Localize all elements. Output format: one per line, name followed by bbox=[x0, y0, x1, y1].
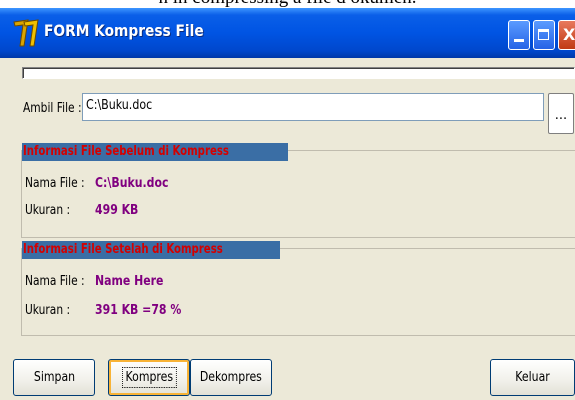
exit-button[interactable]: Keluar bbox=[490, 359, 575, 396]
decompress-button[interactable]: Dekompres bbox=[190, 359, 272, 396]
after-size-label: Ukuran : bbox=[25, 303, 71, 318]
after-name-label: Nama File : bbox=[25, 274, 85, 289]
after-section-title: Informasi File Setelah di Kompress bbox=[22, 241, 281, 259]
compress-button[interactable]: Kompres bbox=[108, 359, 190, 396]
compress-progress-bar bbox=[22, 67, 575, 79]
delphi-app-icon bbox=[13, 19, 39, 47]
browse-button[interactable]: ... bbox=[548, 93, 574, 134]
window-title: FORM Kompress File bbox=[44, 21, 204, 40]
after-name-value: Name Here bbox=[95, 274, 164, 289]
before-size-value: 499 KB bbox=[95, 203, 139, 218]
kompress-window: FORM Kompress File Ambil File : C:\Buku.… bbox=[0, 8, 575, 400]
before-size-label: Ukuran : bbox=[25, 203, 71, 218]
before-compress-group bbox=[21, 150, 575, 238]
title-bar[interactable]: FORM Kompress File bbox=[0, 8, 575, 58]
minimize-button[interactable] bbox=[508, 20, 530, 50]
file-path-value: C:\Buku.doc bbox=[86, 98, 153, 113]
before-name-label: Nama File : bbox=[25, 176, 85, 191]
file-label: Ambil File : bbox=[23, 101, 82, 116]
before-section-title: Informasi File Sebelum di Kompress bbox=[22, 143, 288, 161]
document-caption: n in compressing a file d okumen. bbox=[0, 0, 575, 8]
maximize-button[interactable] bbox=[533, 20, 555, 50]
save-button[interactable]: Simpan bbox=[13, 359, 95, 396]
before-name-value: C:\Buku.doc bbox=[95, 176, 169, 191]
file-path-input[interactable]: C:\Buku.doc bbox=[82, 93, 544, 121]
close-button[interactable] bbox=[558, 20, 575, 50]
after-compress-group bbox=[21, 248, 575, 336]
after-size-value: 391 KB =78 % bbox=[95, 303, 182, 318]
